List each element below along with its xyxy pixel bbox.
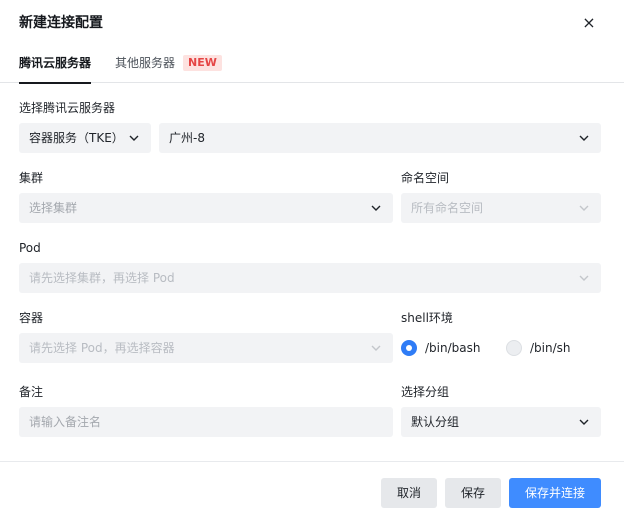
- pod-select[interactable]: 请先选择集群，再选择 Pod: [19, 263, 601, 293]
- chevron-down-icon: [128, 132, 140, 144]
- new-connection-dialog: 新建连接配置 × 腾讯云服务器 其他服务器 NEW 选择腾讯云服务器 容器服务（…: [0, 0, 624, 521]
- remark-placeholder: 请输入备注名: [29, 415, 102, 429]
- footer-divider: [0, 461, 624, 462]
- region-value: 广州-8: [169, 131, 205, 145]
- new-badge: NEW: [183, 55, 222, 71]
- container-label: 容器: [19, 311, 44, 325]
- remark-label: 备注: [19, 385, 44, 399]
- pod-placeholder: 请先选择集群，再选择 Pod: [29, 271, 175, 285]
- chevron-down-icon: [578, 416, 590, 428]
- cluster-select[interactable]: 选择集群: [19, 193, 393, 223]
- chevron-down-icon: [578, 272, 590, 284]
- radio-checked-icon: [401, 340, 417, 356]
- namespace-select[interactable]: 所有命名空间: [401, 193, 601, 223]
- container-select[interactable]: 请先选择 Pod，再选择容器: [19, 333, 393, 363]
- remark-input[interactable]: 请输入备注名: [19, 407, 393, 437]
- tab-other-servers[interactable]: 其他服务器: [115, 55, 175, 72]
- group-value: 默认分组: [411, 415, 460, 429]
- container-placeholder: 请先选择 Pod，再选择容器: [29, 341, 175, 355]
- close-icon[interactable]: ×: [580, 12, 598, 34]
- radio-bin-bash[interactable]: /bin/bash: [401, 340, 480, 357]
- cancel-button[interactable]: 取消: [381, 478, 437, 508]
- pod-label: Pod: [19, 241, 41, 255]
- service-type-select[interactable]: 容器服务（TKE）: [19, 123, 151, 153]
- save-and-connect-button[interactable]: 保存并连接: [509, 478, 601, 508]
- dialog-title: 新建连接配置: [19, 15, 103, 31]
- chevron-down-icon: [370, 202, 382, 214]
- service-type-value: 容器服务（TKE）: [29, 131, 124, 145]
- radio-bin-bash-label: /bin/bash: [425, 341, 481, 355]
- radio-bin-sh[interactable]: /bin/sh: [506, 340, 571, 357]
- tab-tencent-cloud-server[interactable]: 腾讯云服务器: [19, 55, 92, 84]
- shell-label: shell环境: [401, 311, 453, 325]
- namespace-placeholder: 所有命名空间: [411, 201, 484, 215]
- group-label: 选择分组: [401, 385, 450, 399]
- save-button[interactable]: 保存: [445, 478, 501, 508]
- chevron-down-icon: [370, 342, 382, 354]
- server-label: 选择腾讯云服务器: [19, 101, 116, 115]
- tab-bar: 腾讯云服务器 其他服务器: [0, 52, 624, 84]
- radio-bin-sh-label: /bin/sh: [530, 341, 571, 355]
- cluster-placeholder: 选择集群: [29, 201, 78, 215]
- namespace-label: 命名空间: [401, 171, 450, 185]
- cluster-label: 集群: [19, 171, 44, 185]
- group-select[interactable]: 默认分组: [401, 407, 601, 437]
- chevron-down-icon: [578, 202, 590, 214]
- radio-unchecked-icon: [506, 340, 522, 356]
- region-select[interactable]: 广州-8: [159, 123, 601, 153]
- chevron-down-icon: [578, 132, 590, 144]
